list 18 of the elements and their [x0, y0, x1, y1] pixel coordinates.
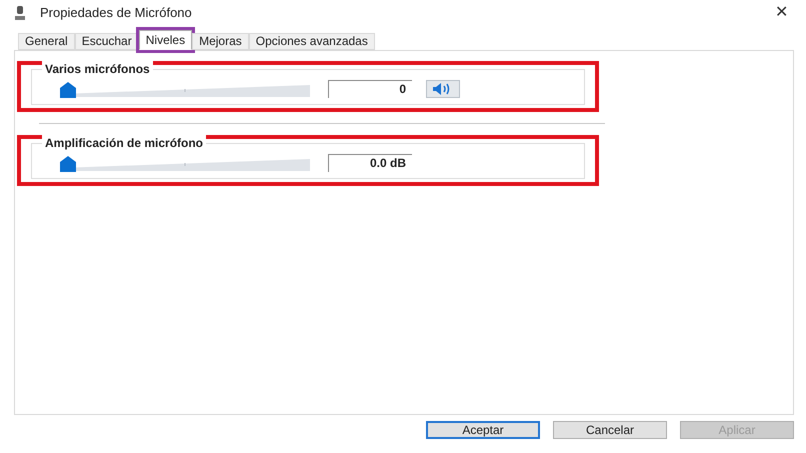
dialog-button[interactable]: Aceptar — [426, 421, 540, 439]
slider-thumb[interactable] — [60, 156, 76, 172]
slider[interactable] — [60, 82, 310, 98]
slider[interactable] — [60, 156, 310, 172]
window-title: Propiedades de Micrófono — [40, 4, 192, 22]
microphone-icon — [14, 6, 26, 20]
dialog-button[interactable]: Cancelar — [553, 421, 667, 439]
group-label: Amplificación de micrófono — [42, 135, 206, 151]
tab[interactable]: General — [18, 33, 75, 50]
level-value-field[interactable]: 0.0 dB — [328, 154, 412, 172]
tab[interactable]: Opciones avanzadas — [248, 33, 375, 50]
tab[interactable]: Mejoras — [192, 33, 249, 50]
level-value-field[interactable]: 0 — [328, 80, 412, 98]
tab[interactable]: Escuchar — [74, 33, 139, 50]
tab[interactable]: Niveles — [138, 30, 192, 50]
speaker-button[interactable] — [426, 80, 460, 98]
slider-thumb[interactable] — [60, 82, 76, 98]
close-button[interactable]: ✕ — [775, 1, 788, 25]
